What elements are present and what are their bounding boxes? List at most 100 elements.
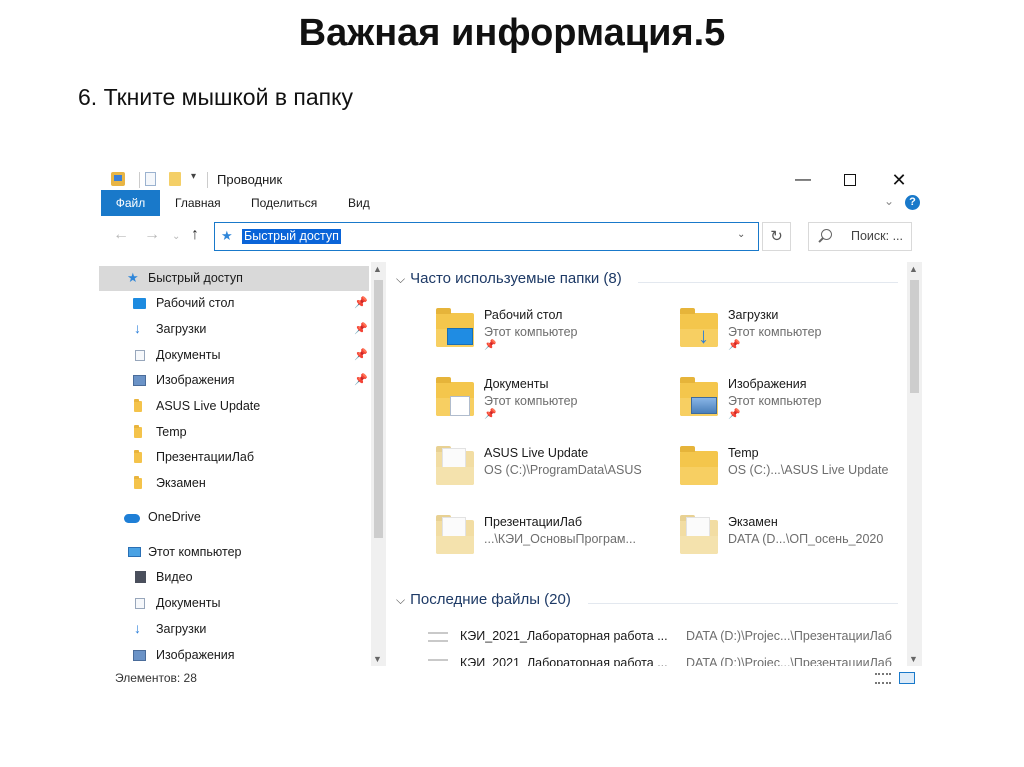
folder-location: Этот компьютер [484, 394, 578, 408]
folder-tile-pictures[interactable]: Изображения Этот компьютер 📌 [680, 377, 904, 443]
help-icon[interactable]: ? [905, 195, 920, 210]
sidebar-item-pc-documents[interactable]: Документы [99, 591, 369, 616]
tab-file[interactable]: Файл [101, 190, 160, 216]
recent-locations-button[interactable]: ⌄ [172, 231, 180, 242]
folder-name: Рабочий стол [484, 308, 563, 322]
folder-icon [134, 450, 142, 463]
folder-location: DATA (D...\ОП_осень_2020 [728, 532, 884, 546]
sidebar-item-desktop[interactable]: Рабочий стол 📌 [99, 291, 369, 316]
new-document-icon[interactable] [145, 172, 156, 186]
frequent-folders-header-label: Часто используемые папки (8) [410, 270, 622, 287]
back-button[interactable]: ← [113, 226, 129, 244]
quick-access-toolbar-dropdown-icon[interactable]: ▾ [191, 171, 196, 182]
sidebar-item-documents[interactable]: Документы 📌 [99, 343, 369, 368]
maximize-icon [844, 173, 856, 186]
scrollbar-thumb[interactable] [374, 280, 383, 538]
recent-file-path: DATA (D:)\Projec...\ПрезентацииЛаб [686, 656, 892, 666]
sidebar-item-presentations-lab[interactable]: ПрезентацииЛаб [99, 445, 369, 470]
tab-home[interactable]: Главная [175, 190, 221, 216]
new-folder-icon[interactable] [169, 172, 181, 186]
folder-tile-documents[interactable]: Документы Этот компьютер 📌 [436, 377, 676, 443]
pin-icon: 📌 [728, 409, 741, 420]
search-icon [821, 229, 832, 240]
folder-name: Загрузки [728, 308, 779, 322]
address-bar[interactable]: ★ Быстрый доступ ⌄ [214, 222, 759, 251]
folder-location: OS (C:)\ProgramData\ASUS [484, 463, 642, 477]
pin-icon: 📌 [484, 340, 497, 351]
scroll-down-arrow[interactable]: ▼ [373, 654, 382, 664]
pin-icon: 📌 [484, 409, 497, 420]
sidebar-item-pc-pictures[interactable]: Изображения [99, 643, 369, 666]
folder-icon [436, 515, 474, 554]
forward-button[interactable]: → [144, 226, 160, 244]
sidebar-item-temp[interactable]: Temp [99, 420, 369, 445]
sidebar-item-pc-downloads[interactable]: ↓ Загрузки [99, 617, 369, 642]
scroll-down-arrow[interactable]: ▼ [909, 654, 918, 664]
recent-file-name: КЭИ_2021_Лабораторная работа ... [460, 656, 668, 666]
folder-icon [680, 446, 718, 485]
downloads-folder-icon: ↓ [680, 308, 718, 347]
sidebar-item-onedrive[interactable]: OneDrive [99, 505, 369, 530]
up-button[interactable]: ↑ [191, 226, 199, 244]
documents-icon [135, 598, 145, 609]
pin-icon[interactable]: 📌 [354, 317, 368, 342]
frequent-folders-header[interactable]: ⌵ Часто используемые папки (8) [396, 270, 622, 287]
folder-tile-desktop[interactable]: Рабочий стол Этот компьютер 📌 [436, 308, 676, 374]
download-icon: ↓ [134, 620, 141, 636]
folder-name: Экзамен [728, 515, 778, 529]
sidebar-item-this-pc[interactable]: Этот компьютер [99, 540, 369, 565]
item-count: Элементов: 28 [115, 671, 197, 685]
sidebar-item-quick-access[interactable]: ★ Быстрый доступ [99, 266, 369, 291]
sidebar-item-label: Загрузки [156, 622, 207, 636]
refresh-button[interactable]: ↻ [762, 222, 791, 251]
sidebar-item-label: OneDrive [148, 510, 201, 524]
sidebar-item-asus-live-update[interactable]: ASUS Live Update [99, 394, 369, 419]
scrollbar-thumb[interactable] [910, 280, 919, 393]
sidebar-item-label: Быстрый доступ [148, 271, 243, 285]
folder-name: ПрезентацииЛаб [484, 515, 583, 529]
pin-icon[interactable]: 📌 [354, 343, 368, 368]
sidebar-item-exam[interactable]: Экзамен [99, 471, 369, 496]
recent-file-row[interactable]: КЭИ_2021_Лабораторная работа ... DATA (D… [428, 655, 898, 666]
navigation-bar: ← → ⌄ ↑ ★ Быстрый доступ ⌄ ↻ Поиск: ... [99, 220, 927, 254]
pictures-folder-icon [680, 377, 718, 416]
sidebar-item-label: Документы [156, 596, 221, 610]
sidebar-item-downloads[interactable]: ↓ Загрузки 📌 [99, 317, 369, 342]
recent-file-row[interactable]: КЭИ_2021_Лабораторная работа ... DATA (D… [428, 628, 898, 648]
scroll-up-arrow[interactable]: ▲ [373, 264, 382, 274]
sidebar-item-label: Документы [156, 348, 221, 362]
folder-tile-presentations-lab[interactable]: ПрезентацииЛаб ...\КЭИ_ОсновыПрограм... [436, 515, 676, 581]
recent-files-header[interactable]: ⌵ Последние файлы (20) [396, 591, 571, 608]
folder-tile-temp[interactable]: Temp OS (C:)...\ASUS Live Update [680, 446, 904, 512]
folder-tile-exam[interactable]: Экзамен DATA (D...\ОП_осень_2020 [680, 515, 904, 581]
folder-icon [134, 425, 142, 438]
folder-tile-asus-live-update[interactable]: ASUS Live Update OS (C:)\ProgramData\ASU… [436, 446, 676, 512]
navigation-pane-scrollbar[interactable]: ▲ ▼ [371, 262, 386, 666]
properties-icon[interactable] [111, 172, 125, 186]
folder-tile-downloads[interactable]: ↓ Загрузки Этот компьютер 📌 [680, 308, 904, 374]
content-pane-scrollbar[interactable]: ▲ ▼ [907, 262, 922, 666]
address-dropdown-button[interactable]: ⌄ [737, 229, 745, 240]
sidebar-item-video[interactable]: Видео [99, 565, 369, 590]
pin-icon[interactable]: 📌 [354, 368, 368, 393]
details-view-icon[interactable] [875, 673, 891, 684]
desktop-folder-icon [436, 308, 474, 347]
pin-icon[interactable]: 📌 [354, 291, 368, 316]
folder-location: Этот компьютер [484, 325, 578, 339]
recent-files-header-label: Последние файлы (20) [410, 591, 571, 608]
tiles-view-icon[interactable] [899, 672, 915, 684]
chevron-down-icon[interactable]: ⌄ [884, 194, 894, 208]
search-input[interactable]: Поиск: ... [808, 222, 912, 251]
chevron-down-icon: ⌵ [396, 272, 406, 286]
sidebar-item-label: Экзамен [156, 476, 206, 490]
address-text[interactable]: Быстрый доступ [242, 229, 341, 244]
sidebar-item-pictures[interactable]: Изображения 📌 [99, 368, 369, 393]
tab-view[interactable]: Вид [348, 190, 370, 216]
folder-location: Этот компьютер [728, 394, 822, 408]
tab-share[interactable]: Поделиться [251, 190, 317, 216]
folder-location: Этот компьютер [728, 325, 822, 339]
desktop-icon [133, 298, 146, 309]
chevron-down-icon: ⌵ [396, 593, 406, 607]
folder-icon [134, 399, 142, 412]
scroll-up-arrow[interactable]: ▲ [909, 264, 918, 274]
